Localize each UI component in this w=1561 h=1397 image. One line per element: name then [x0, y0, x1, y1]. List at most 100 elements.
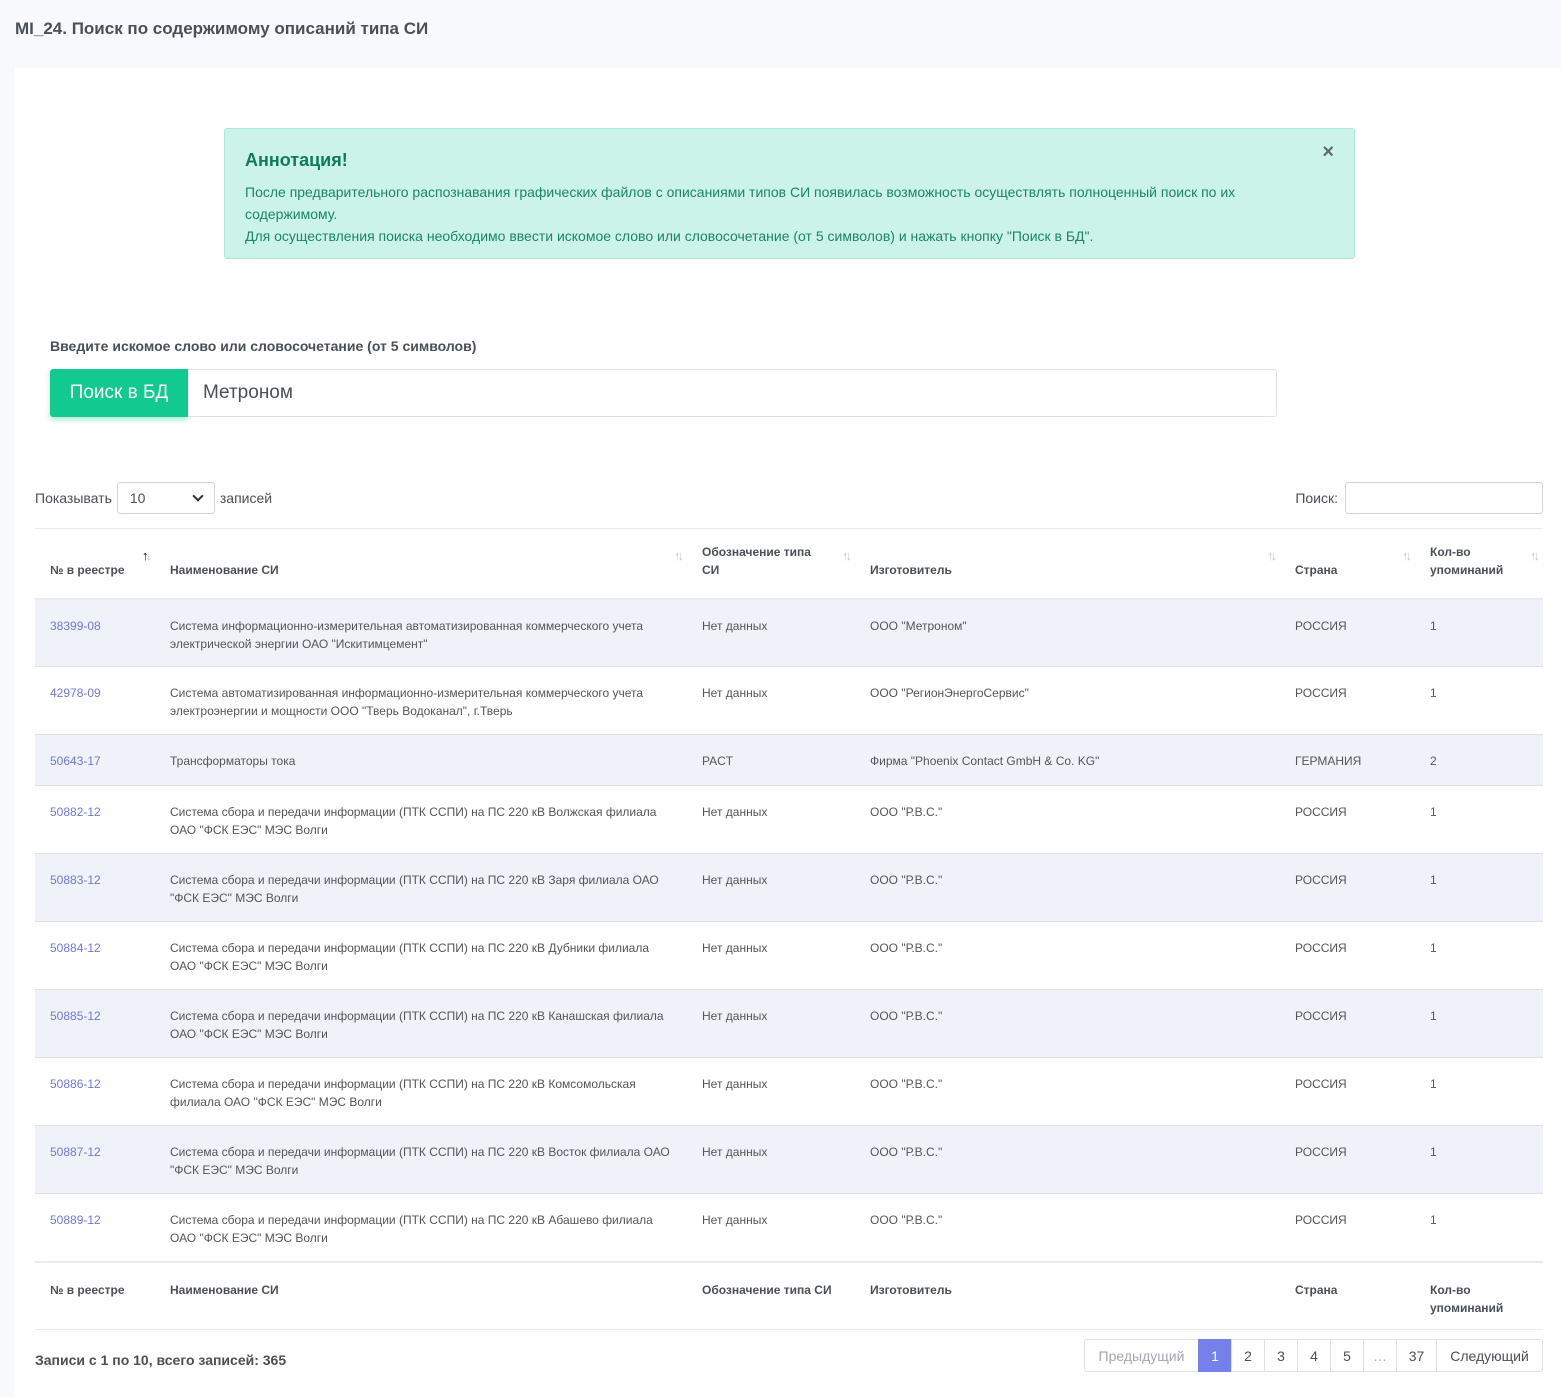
cell-country: РОССИЯ: [1280, 598, 1415, 667]
cell-name: Система сбора и передачи информации (ПТК…: [155, 785, 687, 854]
sort-icon: ↑↓: [1267, 548, 1277, 563]
registry-number-link[interactable]: 38399-08: [35, 598, 155, 667]
registry-number-link[interactable]: 50882-12: [35, 785, 155, 854]
registry-number-link[interactable]: 50884-12: [35, 921, 155, 990]
cell-mentions: 1: [1415, 853, 1543, 922]
table-row: 42978-09 Система автоматизированная инфо…: [35, 666, 1543, 735]
footer-registry: № в реестре: [35, 1260, 155, 1330]
annotation-alert: Аннотация! После предварительного распоз…: [224, 128, 1355, 259]
column-header-name[interactable]: Наименование СИ ↑↓: [155, 528, 687, 600]
cell-mentions: 2: [1415, 734, 1543, 786]
cell-country: РОССИЯ: [1280, 1125, 1415, 1194]
cell-name: Система сбора и передачи информации (ПТК…: [155, 853, 687, 922]
cell-manufacturer: ООО "Р.В.С.": [855, 921, 1280, 990]
cell-mentions: 1: [1415, 1057, 1543, 1126]
table-row: 50882-12 Система сбора и передачи информ…: [35, 785, 1543, 854]
table-row: 50887-12 Система сбора и передачи информ…: [35, 1125, 1543, 1194]
cell-name: Система сбора и передачи информации (ПТК…: [155, 989, 687, 1058]
cell-name: Система автоматизированная информационно…: [155, 666, 687, 735]
cell-country: РОССИЯ: [1280, 666, 1415, 735]
cell-manufacturer: ООО "Метроном": [855, 598, 1280, 667]
registry-number-link[interactable]: 50889-12: [35, 1193, 155, 1262]
search-label: Введите искомое слово или словосочетание…: [50, 338, 477, 354]
pagination-page-3[interactable]: 3: [1264, 1339, 1298, 1372]
pagination: Предыдущий 1 2 3 4 5 … 37 Следующий: [1084, 1339, 1543, 1372]
sort-asc-icon: ↑↓: [142, 548, 152, 563]
sort-icon: ↑↓: [1530, 548, 1540, 563]
footer-mentions: Кол-во упоминаний: [1415, 1260, 1543, 1330]
alert-title: Аннотация!: [245, 150, 348, 170]
show-label: Показывать: [35, 490, 112, 506]
cell-manufacturer: ООО "Р.В.С.": [855, 1125, 1280, 1194]
cell-country: РОССИЯ: [1280, 1193, 1415, 1262]
cell-name: Система сбора и передачи информации (ПТК…: [155, 1125, 687, 1194]
table-body: 38399-08 Система информационно-измерител…: [35, 598, 1543, 1262]
table-footer-row: № в реестре Наименование СИ Обозначение …: [35, 1260, 1543, 1330]
search-group: Поиск в БД: [50, 369, 1277, 417]
registry-number-link[interactable]: 50643-17: [35, 734, 155, 786]
cell-country: РОССИЯ: [1280, 853, 1415, 922]
registry-number-link[interactable]: 50887-12: [35, 1125, 155, 1194]
sort-icon: ↑↓: [1402, 548, 1412, 563]
results-table: № в реестре ↑↓ Наименование СИ ↑↓ Обозначе…: [35, 528, 1543, 1330]
cell-mentions: 1: [1415, 598, 1543, 667]
pagination-page-4[interactable]: 4: [1297, 1339, 1331, 1372]
registry-number-link[interactable]: 50886-12: [35, 1057, 155, 1126]
cell-manufacturer: ООО "Р.В.С.": [855, 785, 1280, 854]
cell-mentions: 1: [1415, 785, 1543, 854]
pagination-ellipsis: …: [1363, 1339, 1397, 1372]
pagination-prev[interactable]: Предыдущий: [1084, 1339, 1199, 1372]
pagination-page-2[interactable]: 2: [1231, 1339, 1265, 1372]
cell-manufacturer: ООО "Р.В.С.": [855, 989, 1280, 1058]
registry-number-link[interactable]: 42978-09: [35, 666, 155, 735]
table-row: 50889-12 Система сбора и передачи информ…: [35, 1193, 1543, 1262]
cell-manufacturer: ООО "РегионЭнергоСервис": [855, 666, 1280, 735]
search-db-button[interactable]: Поиск в БД: [50, 369, 188, 417]
length-select[interactable]: 10: [116, 482, 215, 514]
registry-number-link[interactable]: 50883-12: [35, 853, 155, 922]
cell-type: Нет данных: [687, 666, 855, 735]
cell-mentions: 1: [1415, 989, 1543, 1058]
search-input[interactable]: [188, 369, 1277, 417]
chevron-down-icon: [192, 490, 204, 502]
cell-type: Нет данных: [687, 785, 855, 854]
column-header-mentions[interactable]: Кол-во упоминаний ↑↓: [1415, 528, 1543, 600]
cell-name: Трансформаторы тока: [155, 734, 687, 786]
cell-manufacturer: Фирма "Phoenix Contact GmbH & Co. KG": [855, 734, 1280, 786]
pagination-page-5[interactable]: 5: [1330, 1339, 1364, 1372]
cell-country: РОССИЯ: [1280, 1057, 1415, 1126]
table-header-row: № в реестре ↑↓ Наименование СИ ↑↓ Обозначе…: [35, 528, 1543, 600]
cell-type: Нет данных: [687, 1125, 855, 1194]
column-header-manufacturer[interactable]: Изготовитель ↑↓: [855, 528, 1280, 600]
table-row: 50886-12 Система сбора и передачи информ…: [35, 1057, 1543, 1126]
cell-mentions: 1: [1415, 666, 1543, 735]
cell-type: Нет данных: [687, 598, 855, 667]
filter-label: Поиск:: [1295, 490, 1338, 506]
cell-country: ГЕРМАНИЯ: [1280, 734, 1415, 786]
table-length-control: Показывать 10 записей: [35, 482, 272, 514]
column-header-registry[interactable]: № в реестре ↑↓: [35, 528, 155, 600]
table-filter-input[interactable]: [1345, 482, 1543, 514]
pagination-page-last[interactable]: 37: [1396, 1339, 1437, 1372]
cell-manufacturer: ООО "Р.В.С.": [855, 853, 1280, 922]
length-value: 10: [129, 490, 146, 506]
cell-name: Система сбора и передачи информации (ПТК…: [155, 1193, 687, 1262]
cell-mentions: 1: [1415, 1125, 1543, 1194]
cell-type: Нет данных: [687, 1057, 855, 1126]
registry-number-link[interactable]: 50885-12: [35, 989, 155, 1058]
cell-type: Нет данных: [687, 989, 855, 1058]
column-header-country[interactable]: Страна ↑↓: [1280, 528, 1415, 600]
cell-manufacturer: ООО "Р.В.С.": [855, 1057, 1280, 1126]
cell-name: Система сбора и передачи информации (ПТК…: [155, 921, 687, 990]
cell-country: РОССИЯ: [1280, 921, 1415, 990]
cell-type: Нет данных: [687, 853, 855, 922]
close-icon[interactable]: ×: [1322, 141, 1334, 164]
pagination-next[interactable]: Следующий: [1436, 1339, 1543, 1372]
pagination-page-1[interactable]: 1: [1198, 1339, 1232, 1372]
column-header-type[interactable]: Обозначение типа СИ ↑↓: [687, 528, 855, 600]
sort-icon: ↑↓: [674, 548, 684, 563]
cell-name: Система сбора и передачи информации (ПТК…: [155, 1057, 687, 1126]
cell-type: Нет данных: [687, 1193, 855, 1262]
alert-line-1: После предварительного распознавания гра…: [245, 184, 1236, 222]
sort-icon: ↑↓: [842, 548, 852, 563]
